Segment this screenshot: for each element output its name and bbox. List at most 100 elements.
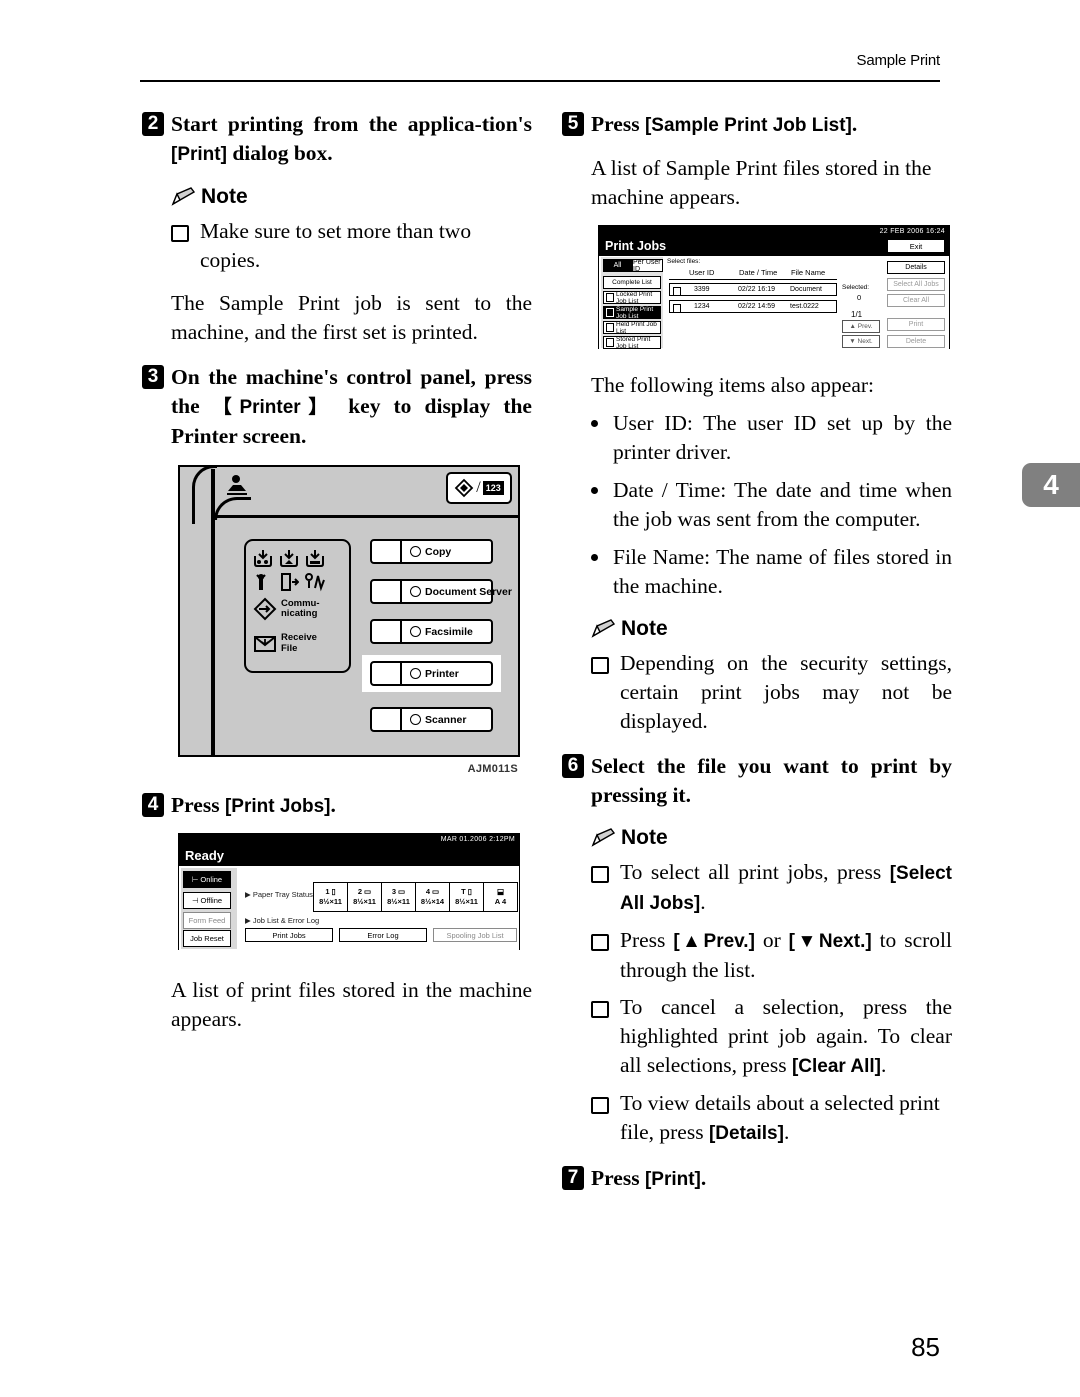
triangle-right-icon: ▶ [245, 890, 251, 899]
tray-item: 4 ▭ 8½×14 [416, 883, 450, 911]
row-datetime: 02/22 14:59 [738, 303, 775, 310]
tray-size: 8½×14 [420, 897, 445, 906]
running-head: Sample Print [856, 52, 941, 69]
jobs-locked-print-list-label: Locked Print Job List [616, 290, 653, 305]
numeric-key-icon: 123 [482, 481, 504, 495]
exposure-lamp-icon [225, 473, 251, 499]
jobs-next-button[interactable]: ▼ Next. [842, 335, 880, 348]
document-server-key-led [372, 581, 402, 602]
receive-file-label-l2: File [281, 642, 298, 654]
step-5-text: Press [Sample Print Job List]. [591, 110, 952, 140]
mode-key-copy[interactable]: Copy [370, 539, 493, 564]
ready-offline-button[interactable]: ⊣ Offline [183, 892, 231, 909]
mode-key-scanner[interactable]: Scanner [370, 707, 493, 732]
ready-body: ⊢ Online ⊣ Offline Form Feed Job Reset ▶… [179, 866, 519, 951]
tray-orientation-icon: ▭ [364, 887, 372, 896]
page-number: 85 [911, 1332, 940, 1362]
mode-key-copy-label: Copy [425, 545, 452, 558]
mode-key-document-server[interactable]: Document Server [370, 579, 512, 604]
copy-key-indicator-icon [410, 546, 421, 557]
tray-orientation-icon: ▭ [432, 887, 440, 896]
note-3-item-3-b: . [881, 1053, 887, 1077]
note-3-item-2-key2: [▼Next.] [788, 931, 872, 952]
tray-item-bypass: ⬓ A 4 [484, 883, 517, 911]
step-2-text-b: dialog box. [226, 141, 333, 165]
panel-shelf-line [214, 515, 520, 518]
note-3-item-1-text: To select all print jobs, press [Select … [620, 858, 952, 918]
online-arrow-icon: ⊢ [191, 875, 199, 884]
note-3-item-2-text: Press [▲Prev.] or [▼Next.] to scroll thr… [620, 926, 952, 985]
jobs-exit-button[interactable]: Exit [887, 239, 945, 253]
jobs-select-all-button[interactable]: Select All Jobs [887, 278, 945, 291]
row-datetime: 02/22 16:19 [738, 286, 775, 293]
tray-item: 1 ▯ 8½×11 [314, 883, 348, 911]
mode-key-printer[interactable]: Printer [370, 661, 493, 686]
step-3: 3 On the machine's control panel, press … [142, 363, 532, 451]
offline-arrow-icon: ⊣ [191, 896, 199, 905]
table-row[interactable]: 1234 02/22 14:59 test.0222 [669, 300, 837, 313]
held-job-icon [606, 323, 614, 332]
figure-ready-screen: MAR 01.2006 2:12PM Ready ⊢ Online ⊣ Offl… [178, 833, 520, 951]
note-heading-1: Note [171, 185, 532, 209]
step-2-text: Start printing from the applica-tion's [… [171, 110, 532, 169]
note-3-item-1-a: To select all print jobs, press [620, 860, 890, 884]
jobs-complete-list-button[interactable]: Complete List [603, 276, 661, 289]
ready-online-button[interactable]: ⊢ Online [183, 871, 231, 888]
open-cover-icon [279, 572, 299, 592]
communicating-label-l2: nicating [281, 608, 318, 619]
step-4-text: Press [Print Jobs]. [171, 791, 532, 821]
table-row[interactable]: 3399 02/22 16:19 Document [669, 283, 837, 296]
tray-size: 8½×11 [319, 897, 342, 906]
jobs-sample-print-list-button[interactable]: Sample Print Job List [603, 306, 661, 320]
step-4-key: [Print Jobs] [224, 796, 331, 817]
pencil-icon [591, 619, 616, 639]
jobs-stored-print-list-label: Stored Print Job List [616, 335, 651, 350]
mode-key-facsimile[interactable]: Facsimile [370, 619, 493, 644]
receive-file-label: Receive File [281, 632, 317, 654]
jobs-filter-all-button[interactable]: All [603, 259, 632, 272]
jobs-print-button[interactable]: Print [887, 318, 945, 331]
step-4-number: 4 [142, 793, 164, 817]
diamond-start-icon [454, 478, 474, 498]
step-5-key: [Sample Print Job List] [644, 115, 852, 136]
communicating-icon [253, 597, 277, 621]
jobs-filter-per-user-button[interactable]: Per User ID [632, 259, 663, 273]
jobs-details-button[interactable]: Details [887, 261, 945, 274]
jobs-status-bar: 22 FEB 2006 16:24 [599, 226, 949, 237]
jobs-body: All Per User ID Complete List Locked Pri… [599, 256, 949, 350]
scanner-key-led [372, 709, 402, 730]
row-job-type-icon [673, 303, 681, 313]
ready-form-feed-button[interactable]: Form Feed [183, 912, 231, 929]
copy-key-led [372, 541, 402, 562]
tray-row-top: T ▯ [461, 887, 472, 897]
ready-print-jobs-button[interactable]: Print Jobs [245, 928, 333, 942]
jobs-col-user-id: User ID [689, 268, 715, 277]
right-paragraph-2: The following items also appear: [591, 373, 875, 397]
scanner-key-indicator-icon [410, 714, 421, 725]
jobs-stored-print-list-button[interactable]: Stored Print Job List [603, 335, 661, 350]
jobs-prev-button[interactable]: ▲ Prev. [842, 320, 880, 333]
step-3-text: On the machine's control panel, press th… [171, 363, 532, 451]
service-call-icon [254, 572, 268, 592]
communicating-label-l1: Commu- [281, 597, 320, 609]
jobs-clear-all-button[interactable]: Clear All [887, 294, 945, 307]
step-5-text-a: Press [591, 112, 645, 136]
bullet-item-user-id: User ID: The user ID set up by the print… [591, 409, 952, 467]
bullet-dot-icon [591, 420, 598, 427]
tray-size: 8½×11 [387, 897, 410, 906]
note-heading-1-label: Note [201, 185, 248, 208]
start-key[interactable]: / 123 [446, 472, 512, 504]
ready-error-log-button[interactable]: Error Log [339, 928, 427, 942]
jobs-delete-button[interactable]: Delete [887, 335, 945, 348]
step-2-text-a: Start printing from the applica-tion's [171, 112, 532, 136]
ready-spooling-job-list-button[interactable]: Spooling Job List [433, 928, 517, 942]
bullet-dot-icon [591, 487, 598, 494]
jobs-locked-print-list-button[interactable]: Locked Print Job List [603, 290, 661, 305]
square-bullet-icon [591, 1001, 609, 1018]
tray-item: T ▯ 8½×11 [450, 883, 484, 911]
ready-job-reset-button[interactable]: Job Reset [183, 930, 231, 947]
note-3-item-2-mid: or [754, 928, 789, 952]
step-7-text: Press [Print]. [591, 1164, 952, 1194]
note-1-item-1-text: Make sure to set more than two copies. [200, 219, 472, 272]
jobs-held-print-list-button[interactable]: Held Print Job List [603, 321, 661, 335]
